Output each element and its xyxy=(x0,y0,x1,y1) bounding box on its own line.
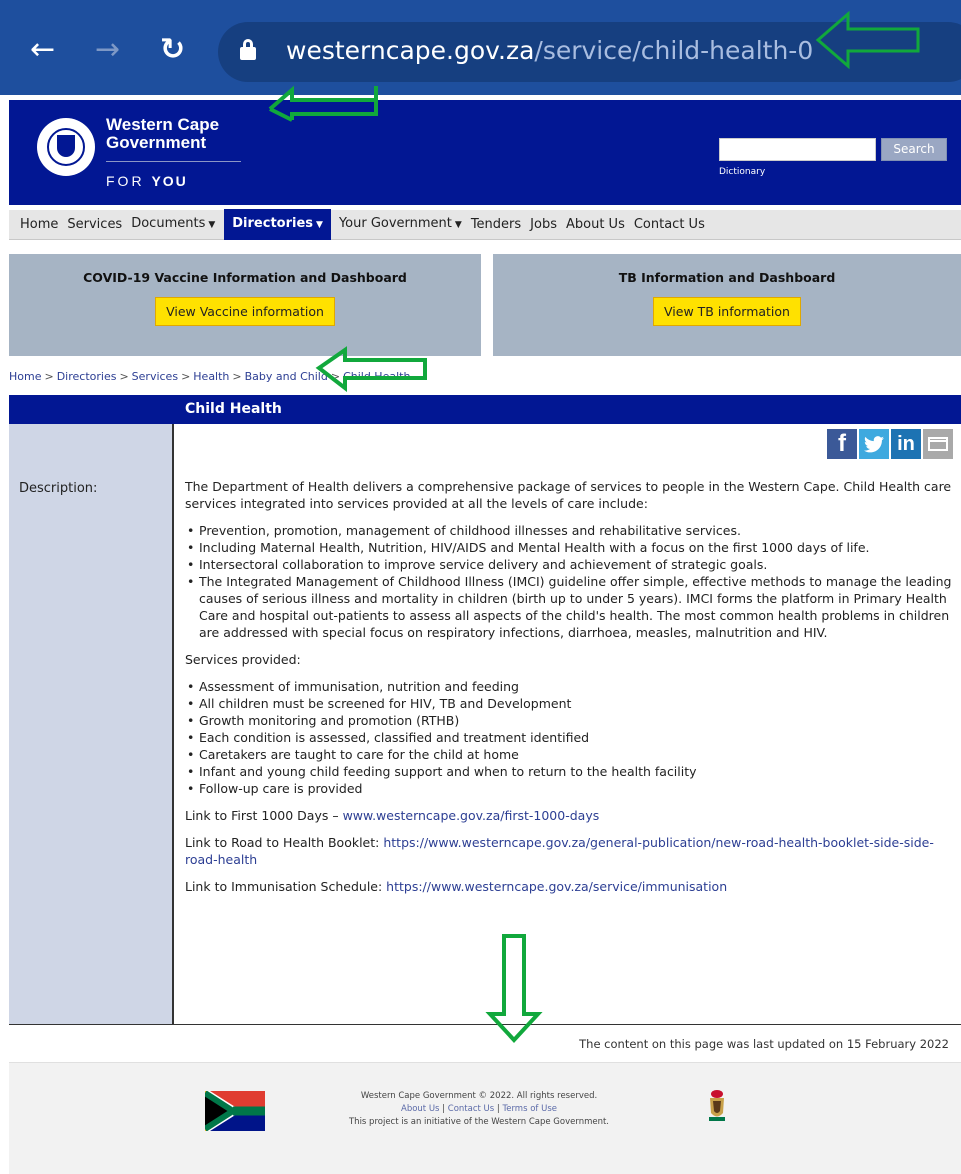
brand-you: YOU xyxy=(151,173,188,189)
footer-terms-link[interactable]: Terms of Use xyxy=(502,1104,557,1114)
footer-links: About Us | Contact Us | Terms of Use xyxy=(401,1104,557,1114)
coat-of-arms-icon xyxy=(709,1090,725,1121)
covid-promo-box: COVID-19 Vaccine Information and Dashboa… xyxy=(9,254,481,356)
view-vaccine-button[interactable]: View Vaccine information xyxy=(155,297,335,326)
site-header: Western Cape Government FOR YOU Search D… xyxy=(9,100,961,205)
care-list: Prevention, promotion, management of chi… xyxy=(185,522,955,641)
annotation-arrow-icon xyxy=(815,10,920,70)
description-label: Description: xyxy=(19,481,98,496)
list-item: Growth monitoring and promotion (RTHB) xyxy=(185,712,955,729)
url-path: /service/child-health-0 xyxy=(534,36,814,65)
list-item: The Integrated Management of Childhood I… xyxy=(185,573,955,641)
back-arrow-icon[interactable]: ← xyxy=(30,30,55,70)
brand-divider xyxy=(106,161,241,162)
immunisation-schedule-link[interactable]: https://www.westerncape.gov.za/service/i… xyxy=(386,879,727,894)
immunisation-line: Link to Immunisation Schedule: https://w… xyxy=(185,878,955,895)
breadcrumb-health[interactable]: Health xyxy=(193,370,229,383)
brand-tagline: FOR YOU xyxy=(106,173,188,189)
menu-item-contact[interactable]: Contact Us xyxy=(634,210,710,240)
menu-label-documents: Documents xyxy=(131,216,206,231)
list-item: Intersectoral collaboration to improve s… xyxy=(185,556,955,573)
caret-down-icon: ▼ xyxy=(454,220,462,230)
main-menu: Home Services Documents ▼ Directories ▼ Yo… xyxy=(9,209,961,240)
facebook-share-icon[interactable]: f xyxy=(827,429,857,459)
list-item: Prevention, promotion, management of chi… xyxy=(185,522,955,539)
government-crest-logo[interactable] xyxy=(37,118,95,176)
annotation-arrow-icon xyxy=(268,85,378,122)
view-tb-button[interactable]: View TB information xyxy=(653,297,801,326)
services-list: Assessment of immunisation, nutrition an… xyxy=(185,678,955,797)
lock-icon xyxy=(240,39,256,61)
page-title-bar: Child Health xyxy=(9,395,961,424)
email-share-icon[interactable] xyxy=(923,429,953,459)
list-item: Caretakers are taught to care for the ch… xyxy=(185,746,955,763)
services-heading: Services provided: xyxy=(185,652,301,667)
menu-label-your-government: Your Government xyxy=(338,216,452,231)
list-item: Including Maternal Health, Nutrition, HI… xyxy=(185,539,955,556)
description-text: The Department of Health delivers a comp… xyxy=(185,478,955,905)
annotation-arrow-icon xyxy=(315,346,427,392)
site-footer: Western Cape Government © 2022. All righ… xyxy=(9,1062,961,1174)
tb-promo-title: TB Information and Dashboard xyxy=(618,270,836,285)
link-prefix: Link to Immunisation Schedule: xyxy=(185,879,387,894)
south-africa-flag-icon xyxy=(205,1091,265,1131)
list-item: Each condition is assessed, classified a… xyxy=(185,729,955,746)
road-to-health-line: Link to Road to Health Booklet: https://… xyxy=(185,834,955,868)
annotation-arrow-icon xyxy=(485,934,543,1043)
footer-contact-link[interactable]: Contact Us xyxy=(448,1104,494,1114)
content-panel: f in The Department of Health delivers a… xyxy=(185,424,955,1025)
list-item: Assessment of immunisation, nutrition an… xyxy=(185,678,955,695)
intro-paragraph: The Department of Health delivers a comp… xyxy=(185,479,952,511)
link-prefix: Link to Road to Health Booklet: xyxy=(185,835,384,850)
first-1000-days-link[interactable]: www.westerncape.gov.za/first-1000-days xyxy=(343,808,600,823)
reload-icon[interactable]: ↻ xyxy=(160,30,185,70)
linkedin-share-icon[interactable]: in xyxy=(891,429,921,459)
footer-text: Western Cape Government © 2022. All righ… xyxy=(309,1090,649,1129)
footer-copyright: Western Cape Government © 2022. All righ… xyxy=(360,1091,598,1101)
first-1000-days-line: Link to First 1000 Days – www.westerncap… xyxy=(185,807,955,824)
list-item: Infant and young child feeding support a… xyxy=(185,763,955,780)
last-updated-text: The content on this page was last update… xyxy=(579,1037,949,1051)
breadcrumb-directories[interactable]: Directories xyxy=(57,370,117,383)
brand-line-2: Government xyxy=(106,133,207,152)
breadcrumb-services[interactable]: Services xyxy=(132,370,178,383)
menu-item-home[interactable]: Home xyxy=(20,210,63,240)
tb-promo-box: TB Information and Dashboard View TB inf… xyxy=(493,254,961,356)
site-logo-text[interactable]: Western Cape Government xyxy=(106,116,219,152)
page-title: Child Health xyxy=(185,401,282,417)
menu-item-about[interactable]: About Us xyxy=(566,210,630,240)
dictionary-link[interactable]: Dictionary xyxy=(719,167,765,177)
menu-label-directories: Directories xyxy=(232,216,314,231)
menu-item-services[interactable]: Services xyxy=(67,210,127,240)
search-button[interactable]: Search xyxy=(881,138,947,161)
brand-for: FOR xyxy=(106,173,145,189)
search-input[interactable] xyxy=(719,138,876,161)
link-prefix: Link to First 1000 Days – xyxy=(185,808,343,823)
menu-item-jobs[interactable]: Jobs xyxy=(530,210,562,240)
url-host: westerncape.gov.za xyxy=(286,36,535,65)
label-column: Description: xyxy=(9,424,174,1025)
share-buttons: f in xyxy=(827,429,953,459)
forward-arrow-icon[interactable]: → xyxy=(95,30,120,70)
menu-item-your-government[interactable]: Your Government ▼ xyxy=(339,209,467,240)
menu-item-tenders[interactable]: Tenders xyxy=(471,210,526,240)
footer-about-link[interactable]: About Us xyxy=(401,1104,439,1114)
covid-promo-title: COVID-19 Vaccine Information and Dashboa… xyxy=(83,270,407,285)
list-item: Follow-up care is provided xyxy=(185,780,955,797)
caret-down-icon: ▼ xyxy=(208,220,216,230)
breadcrumb-home[interactable]: Home xyxy=(9,370,41,383)
brand-line-1: Western Cape xyxy=(106,115,220,134)
menu-item-documents[interactable]: Documents ▼ xyxy=(131,209,220,240)
twitter-share-icon[interactable] xyxy=(859,429,889,459)
list-item: All children must be screened for HIV, T… xyxy=(185,695,955,712)
menu-item-directories[interactable]: Directories ▼ xyxy=(224,209,331,240)
footer-initiative: This project is an initiative of the Wes… xyxy=(348,1117,610,1127)
caret-down-icon: ▼ xyxy=(316,220,323,230)
